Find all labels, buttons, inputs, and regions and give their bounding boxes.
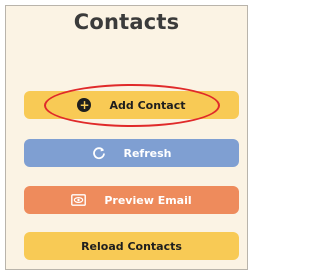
refresh-icon bbox=[92, 146, 106, 160]
email-preview-icon bbox=[71, 194, 87, 206]
add-contact-button[interactable]: + Add Contact bbox=[24, 91, 239, 119]
preview-email-button[interactable]: Preview Email bbox=[24, 186, 239, 214]
plus-circle-icon: + bbox=[77, 98, 92, 112]
reload-contacts-button[interactable]: Reload Contacts bbox=[24, 232, 239, 260]
preview-email-label: Preview Email bbox=[104, 193, 192, 207]
refresh-label: Refresh bbox=[123, 146, 172, 160]
reload-contacts-label: Reload Contacts bbox=[81, 239, 182, 253]
contacts-panel bbox=[5, 5, 248, 270]
add-contact-label: Add Contact bbox=[109, 98, 186, 112]
refresh-button[interactable]: Refresh bbox=[24, 139, 239, 167]
page-title: Contacts bbox=[73, 10, 180, 34]
